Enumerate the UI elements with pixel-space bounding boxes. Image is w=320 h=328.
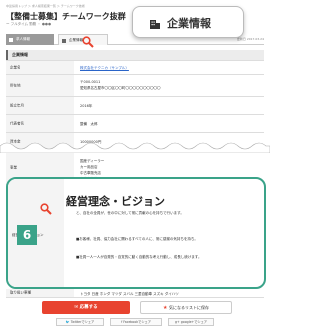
torn-edge-divider <box>0 142 270 153</box>
apply-button[interactable]: ✉ 応募する <box>42 301 130 314</box>
row-label: 企業名 <box>10 65 21 69</box>
vision-text-line: と、自社の全員が、世の中に対して常に貢献の心を持ちで行います。 <box>76 211 184 215</box>
row-label: 事業 <box>10 165 17 169</box>
share-label: Facebookでシェア <box>123 320 151 324</box>
job-meta: ー フルタイム 勤務 ・ ●●● <box>6 22 52 26</box>
vision-text-line: ■お客様、社員、協力会社に関わるすべての人に、常に感謝の気持ちを持ち。 <box>76 237 198 241</box>
table-row: 所在地 〒000-0011 愛知県名古屋市〇〇区〇〇町〇〇〇〇〇〇〇〇〇〇 <box>6 75 264 97</box>
page-title: 【整備士募集】チームワーク抜群 <box>6 12 126 21</box>
save-button-label: 気になるリストに保存 <box>169 305 210 310</box>
magnifier-icon <box>82 36 94 48</box>
car-makers-value: トヨタ 日産 ホンダ マツダ スバル 三菱自動車 スズキ ダイハツ <box>80 291 179 296</box>
tab-job-info-label: 求人情報 <box>16 37 30 41</box>
google-plus-share-button[interactable]: g+ google+でシェア <box>168 318 214 326</box>
magnifier-icon <box>40 203 52 215</box>
vision-text-line: ■社員一人一人が自発的・自覚的に動く自動的な考え行動し、成長し続けます。 <box>76 255 202 259</box>
row-label: 設立年月 <box>10 103 24 107</box>
step-number-badge: 6 <box>17 225 37 245</box>
section-title: 企業情報 <box>6 50 264 60</box>
apply-button-label: 応募する <box>79 305 98 310</box>
twitter-share-button[interactable]: 🐦 Twitterでシェア <box>56 318 104 326</box>
address: 愛知県名古屋市〇〇区〇〇町〇〇〇〇〇〇〇〇〇〇 <box>80 86 161 90</box>
company-info-callout: 企業情報 <box>132 6 244 38</box>
business-item: 中古車販売店 <box>80 171 101 175</box>
company-name-link[interactable]: 株式会社テクニカ（サンプル） <box>80 66 129 71</box>
table-row: 代表者名 整備 太郎 <box>6 115 264 133</box>
save-to-list-button[interactable]: ★ 気になるリストに保存 <box>140 301 232 314</box>
update-date: 更新日 2017.03.24 <box>236 37 264 41</box>
row-label: 代表者名 <box>10 121 24 125</box>
row-label: 所在地 <box>10 83 21 87</box>
business-item: 国産ディーラー <box>80 159 105 163</box>
callout-label: 企業情報 <box>167 17 211 30</box>
table-row: 設立年月 2016年 <box>6 97 264 115</box>
postal-code: 〒000-0011 <box>80 80 101 84</box>
vision-callout: 経営理念・ビジョン 経営理念・ビジョン 6 と、自社の全員が、世の中に対して常に… <box>6 177 266 289</box>
tab-company-info-label: 企業情報 <box>69 38 83 42</box>
table-row: 企業名 株式会社テクニカ（サンプル） <box>6 61 264 75</box>
document-icon <box>9 37 13 42</box>
share-label: google+でシェア <box>180 320 207 324</box>
row-label: 取り扱い車種 <box>10 290 31 295</box>
tab-job-info[interactable]: 求人情報 <box>6 34 54 45</box>
table-row: 取り扱い車種 トヨタ 日産 ホンダ マツダ スバル 三菱自動車 スズキ ダイハツ <box>6 289 264 298</box>
breadcrumb: 中途採用トップ ＞ 求人検索結果一覧 ＞ チームワーク技術 <box>6 4 85 8</box>
share-label: Twitterでシェア <box>70 320 95 324</box>
facebook-share-button[interactable]: f Facebookでシェア <box>110 318 162 326</box>
business-item: カー用品店 <box>80 165 98 169</box>
vision-callout-title: 経営理念・ビジョン <box>66 195 165 208</box>
building-icon <box>150 20 160 29</box>
company-info-table: 企業名 株式会社テクニカ（サンプル） 所在地 〒000-0011 愛知県名古屋市… <box>6 60 264 185</box>
representative-value: 整備 太郎 <box>80 122 98 126</box>
founded-value: 2016年 <box>80 104 93 108</box>
building-icon <box>62 38 66 43</box>
